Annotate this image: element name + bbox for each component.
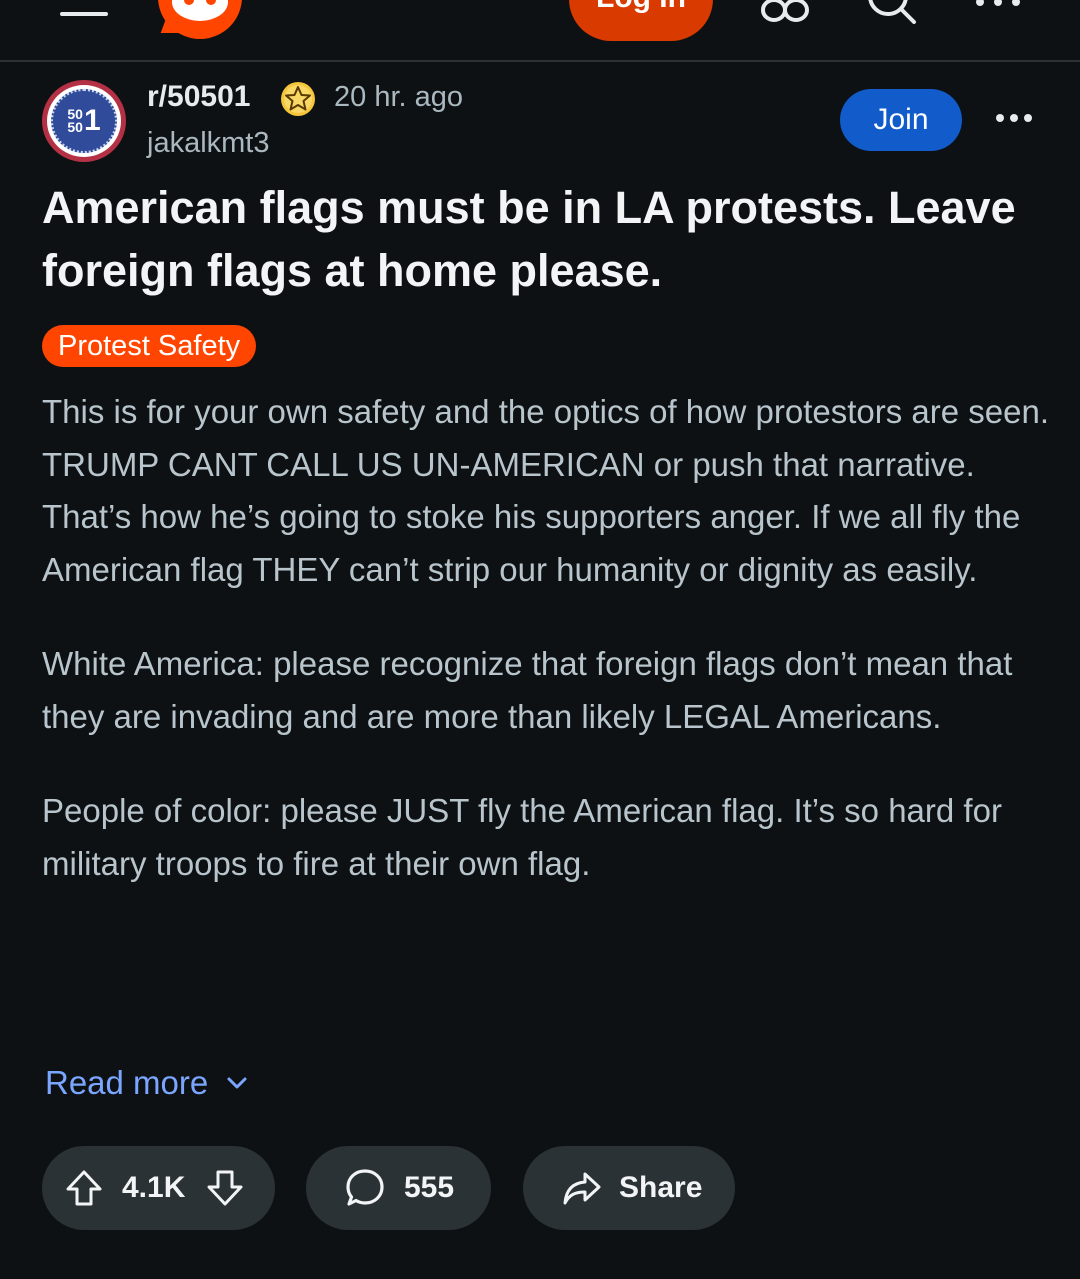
subreddit-avatar[interactable]: 50 50 1 xyxy=(42,80,126,162)
comments-button[interactable]: 555 xyxy=(306,1146,491,1230)
chat-icon[interactable] xyxy=(760,0,812,24)
star-badge-icon xyxy=(281,82,315,116)
comment-count: 555 xyxy=(404,1171,455,1204)
comment-icon xyxy=(346,1169,384,1206)
read-more-label: Read more xyxy=(45,1064,209,1101)
chevron-down-icon xyxy=(227,1077,247,1089)
read-more-link[interactable]: Read more xyxy=(45,1064,248,1102)
post-flair[interactable]: Protest Safety xyxy=(42,325,257,367)
menu-icon[interactable] xyxy=(60,0,110,18)
share-icon xyxy=(563,1172,601,1205)
post-title[interactable]: American flags must be in LA protests. L… xyxy=(42,176,1042,302)
post-overflow-icon[interactable] xyxy=(994,110,1034,126)
join-button[interactable]: Join xyxy=(840,89,962,151)
post-author[interactable]: jakalkmt3 xyxy=(147,127,270,160)
vote-control: 4.1K xyxy=(42,1146,275,1230)
top-app-bar: Log In xyxy=(0,0,1080,62)
share-button[interactable]: Share xyxy=(523,1146,735,1230)
reddit-logo-icon[interactable] xyxy=(158,0,242,39)
subreddit-name[interactable]: r/50501 xyxy=(147,80,250,114)
vote-count: 4.1K xyxy=(122,1171,186,1204)
body-paragraph: White America: please recognize that for… xyxy=(42,645,1013,735)
body-paragraph: This is for your own safety and the opti… xyxy=(42,393,1049,588)
upvote-icon[interactable] xyxy=(64,1168,104,1208)
post-body[interactable]: This is for your own safety and the opti… xyxy=(42,386,1052,932)
log-in-button[interactable]: Log In xyxy=(569,0,713,41)
downvote-icon[interactable] xyxy=(205,1168,245,1208)
post-timestamp: 20 hr. ago xyxy=(334,81,463,113)
search-icon[interactable] xyxy=(864,0,918,24)
more-icon[interactable] xyxy=(972,0,1024,10)
body-paragraph: People of color: please JUST fly the Ame… xyxy=(42,792,1002,882)
share-label: Share xyxy=(619,1171,703,1204)
